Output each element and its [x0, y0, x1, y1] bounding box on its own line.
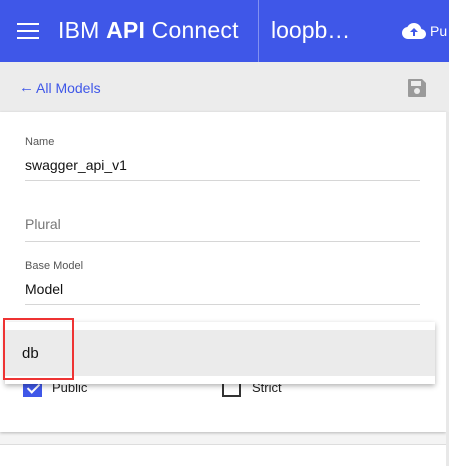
back-arrow-icon: ←	[19, 79, 34, 96]
brand-bold: API	[106, 17, 146, 43]
brand-prefix: IBM	[58, 17, 100, 43]
base-model-value: Model	[25, 281, 64, 297]
plural-placeholder: Plural	[25, 216, 61, 232]
name-label: Name	[25, 136, 55, 148]
project-name[interactable]: loopb…	[271, 17, 350, 44]
top-bar: IBM API Connect loopb… Pu	[0, 0, 449, 62]
base-model-label: Base Model	[25, 260, 84, 272]
plural-field[interactable]: Plural	[25, 216, 420, 242]
brand-title: IBM API Connect	[58, 17, 239, 44]
brand-suffix: Connect	[151, 17, 239, 43]
base-model-field[interactable]: Base Model Model	[25, 260, 420, 305]
name-field[interactable]: Name swagger_api_v1	[25, 136, 420, 181]
app-window: IBM API Connect loopb… Pu ← All Models N…	[0, 0, 449, 466]
toolbar: ← All Models	[0, 62, 449, 112]
hamburger-menu-icon[interactable]	[17, 23, 39, 39]
name-value: swagger_api_v1	[25, 157, 127, 173]
save-icon[interactable]	[407, 78, 427, 98]
all-models-link[interactable]: ← All Models	[19, 79, 101, 96]
highlight-box	[3, 318, 74, 380]
publish-label: Pu	[430, 23, 448, 39]
model-form-card: Name swagger_api_v1 Plural Base Model Mo…	[0, 112, 446, 432]
all-models-label: All Models	[36, 79, 101, 96]
next-card-edge	[0, 444, 446, 466]
header-divider	[258, 0, 259, 62]
publish-button[interactable]: Pu	[402, 21, 447, 41]
cloud-upload-icon	[402, 23, 426, 39]
